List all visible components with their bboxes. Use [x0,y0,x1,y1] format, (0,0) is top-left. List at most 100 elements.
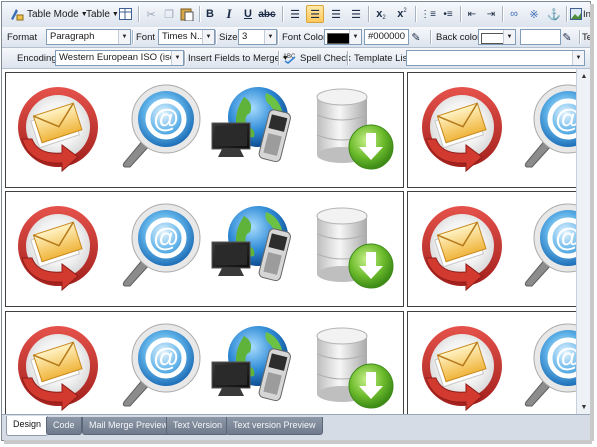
align-justify-icon: ☰ [351,8,361,21]
table-dropdown[interactable]: Table ▼ [86,4,119,24]
network-devices-icon [208,322,303,412]
back-color-eyedropper-button[interactable]: ✎ [558,28,576,46]
chevron-down-icon: ▼ [503,30,515,44]
unlink-button[interactable]: ※ [525,5,543,23]
cut-button[interactable]: ✂ [142,5,160,23]
eyedropper-icon: ✎ [411,31,421,44]
email-reply-icon [12,202,102,292]
database-download-icon [311,204,401,294]
indent-icon: ⇥ [486,8,496,20]
scroll-up-arrow-icon[interactable]: ▲ [577,69,590,83]
bulleted-list-button[interactable]: •≡ [439,5,457,23]
tab-design[interactable]: Design [6,416,49,436]
font-label: Font [136,31,156,43]
encoding-value: Western European ISO (iso-... [59,52,184,63]
chevron-down-icon: ▼ [118,30,130,44]
encoding-label: Encoding [17,52,57,64]
email-reply-icon [12,322,102,412]
subscript-button[interactable]: x2 [372,5,390,23]
design-canvas[interactable] [2,69,576,414]
back-color-label: Back color [436,31,481,43]
copy-icon: ❐ [164,8,174,21]
format-value: Paragraph [50,31,95,42]
bulleted-list-icon: •≡ [443,8,453,20]
editor-window: Table Mode ▼ Table ▼ ✂ ❐ B I U abc ☰ ☰ ☰… [1,1,591,441]
web-search-icon [114,79,204,173]
unlink-icon: ※ [529,8,539,21]
tab-text-version[interactable]: Text Version [166,417,230,435]
underline-button[interactable]: U [239,5,257,23]
spell-check-label: Spell Check [300,52,351,64]
font-color-hex-input[interactable]: #000000 [364,29,409,45]
hyperlink-button[interactable]: ∞ [505,5,523,23]
indent-button[interactable]: ⇥ [482,5,500,23]
align-justify-button[interactable]: ☰ [347,5,365,23]
font-color-picker[interactable]: ▼ [324,29,362,45]
tab-text-version-preview[interactable]: Text version Preview [226,417,323,435]
database-download-icon [311,85,401,175]
anchor-button[interactable]: ⚓ [545,5,563,23]
table-cell[interactable] [407,311,576,414]
font-color-eyedropper-button[interactable]: ✎ [407,28,425,46]
align-right-button[interactable]: ☰ [327,5,345,23]
align-center-icon: ☰ [310,8,320,21]
insert-fields-dropdown[interactable]: Insert Fields to Merge ▼ [188,48,289,68]
back-color-hex-input[interactable] [520,29,561,45]
table-cell[interactable] [5,72,404,188]
format-select[interactable]: Paragraph ▼ [46,29,131,45]
scissors-icon: ✂ [146,8,156,21]
font-color-label: Font Color [282,31,327,43]
encoding-select[interactable]: Western European ISO (iso-... ▼ [55,50,184,66]
outdent-button[interactable]: ⇤ [463,5,481,23]
eyedropper-icon: ✎ [562,31,572,44]
table-mode-label: Table Mode [27,8,79,20]
chevron-down-icon: ▼ [572,51,584,65]
tab-mail-merge-preview[interactable]: Mail Merge Preview [82,417,176,435]
strikethrough-label: abc [258,8,276,20]
tab-code[interactable]: Code [46,417,82,435]
table-cell[interactable] [407,191,576,307]
table-cell[interactable] [5,311,404,414]
table-properties-button[interactable] [116,5,134,23]
align-right-icon: ☰ [331,8,341,21]
table-cell[interactable] [5,191,404,307]
align-center-button[interactable]: ☰ [306,5,324,23]
numbered-list-button[interactable]: ⋮≡ [419,5,437,23]
email-reply-icon [416,83,506,173]
web-search-icon [516,79,576,173]
strikethrough-button[interactable]: abc [258,5,276,23]
template-list-label: Template List [354,52,410,64]
web-search-icon [516,318,576,412]
spell-check-button[interactable]: ABC Spell Check [283,48,351,68]
table-cell[interactable] [407,72,576,188]
chevron-down-icon: ▼ [264,30,276,44]
superscript-button[interactable]: x2 [393,5,411,23]
paste-button[interactable] [178,5,196,23]
template-list-select[interactable]: ▼ [406,50,585,66]
size-label: Size [219,31,238,43]
table-mode-dropdown[interactable]: Table Mode ▼ [10,4,88,24]
size-value: 3 [242,31,248,42]
numbered-list-icon: ⋮≡ [420,8,436,20]
back-color-picker[interactable]: ▼ [478,29,516,45]
bold-button[interactable]: B [201,5,219,23]
bold-label: B [206,8,214,20]
view-tabs: Design Code Mail Merge Preview Text Vers… [2,414,590,440]
email-reply-icon [416,202,506,292]
email-reply-icon [416,322,506,412]
italic-button[interactable]: I [220,5,238,23]
font-value: Times N... [162,31,205,42]
paste-icon [180,8,194,21]
align-left-button[interactable]: ☰ [286,5,304,23]
image-icon [570,8,582,20]
copy-button[interactable]: ❐ [160,5,178,23]
chevron-down-icon: ▼ [202,30,214,44]
size-select[interactable]: 3 ▼ [238,29,277,45]
scroll-down-arrow-icon[interactable]: ▼ [577,400,590,414]
font-color-hex-value: #000000 [368,31,405,42]
network-devices-icon [208,202,303,292]
vertical-scrollbar[interactable]: ▲ ▼ [576,69,590,414]
toolbar-formatting: Table Mode ▼ Table ▼ ✂ ❐ B I U abc ☰ ☰ ☰… [2,2,590,28]
insert-image-button[interactable] [570,5,582,23]
font-select[interactable]: Times N... ▼ [158,29,215,45]
